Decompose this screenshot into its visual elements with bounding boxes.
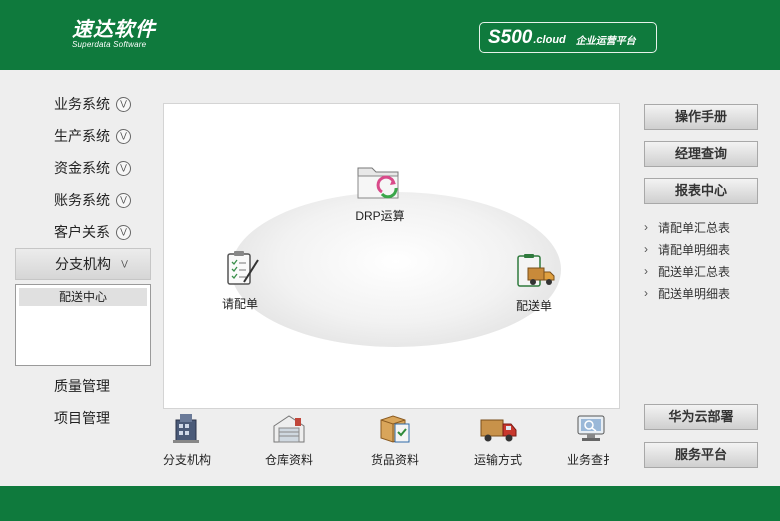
app-footer [0, 486, 780, 521]
nav-item-label: 分支机构 [55, 256, 111, 272]
logo-subtext: Superdata Software [72, 40, 147, 49]
nav-item-label: 资金系统 [54, 160, 110, 176]
node-delivery[interactable]: 配送单 [510, 254, 558, 314]
folder-refresh-icon [357, 167, 399, 199]
monitor-search-icon [577, 415, 605, 441]
chevron-down-icon: ⋁ [116, 192, 131, 208]
product-name: 企业运营平台 [575, 35, 636, 47]
tool-label: 仓库资料 [264, 453, 313, 467]
nav-item-business[interactable]: 业务系统 ⋁ [15, 88, 151, 120]
goods-box-icon [380, 415, 410, 443]
product-code: S500 [488, 26, 533, 48]
nav-item-production[interactable]: 生产系统 ⋁ [15, 120, 151, 152]
huawei-cloud-button[interactable]: 华为云部署 [644, 404, 758, 430]
node-request[interactable]: 请配单 [216, 250, 264, 312]
node-label: 请配单 [221, 297, 258, 311]
nav-item-quality[interactable]: 质量管理 [15, 370, 151, 402]
report-link[interactable]: › 请配单汇总表 [644, 216, 764, 238]
report-link-label: 配送单汇总表 [658, 264, 731, 279]
chevron-down-icon: ⋁ [116, 224, 131, 240]
nav-item-label: 生产系统 [54, 128, 110, 144]
tool-goods[interactable]: 货品资料 [355, 412, 435, 468]
product-cloud: .cloud [533, 34, 566, 46]
tool-label: 业务查扌 [566, 453, 615, 467]
nav-item-label: 业务系统 [54, 96, 110, 112]
nav-item-accounting[interactable]: 账务系统 ⋁ [15, 184, 151, 216]
logo-text: 速达软件 [72, 17, 156, 41]
clipboard-pen-icon [227, 251, 259, 285]
report-link[interactable]: › 配送单明细表 [644, 282, 764, 304]
product-badge: S500 .cloud 企业运营平台 [479, 22, 657, 53]
tool-label: 运输方式 [473, 453, 522, 467]
truck-icon [480, 419, 517, 442]
tool-label: 分支机构 [162, 453, 211, 467]
manager-query-button[interactable]: 经理查询 [644, 141, 758, 167]
chevron-right-icon: › [644, 286, 648, 300]
report-center-button[interactable]: 报表中心 [644, 178, 758, 204]
report-link[interactable]: › 配送单汇总表 [644, 260, 764, 282]
left-nav: 业务系统 ⋁ 生产系统 ⋁ 资金系统 ⋁ 账务系统 ⋁ 客户关系 ⋁ 分支机构 … [15, 88, 151, 434]
nav-item-label: 账务系统 [54, 192, 110, 208]
manual-button[interactable]: 操作手册 [644, 104, 758, 130]
chevron-down-icon: ⋁ [116, 128, 131, 144]
chevron-down-icon: ⋁ [116, 160, 131, 176]
chevron-down-icon: ⋁ [121, 259, 128, 268]
superdata-logo: 速达软件 Superdata Software [72, 18, 156, 49]
report-link-label: 配送单明细表 [658, 286, 731, 301]
nav-item-branch[interactable]: 分支机构 ⋁ [15, 248, 151, 280]
tool-transport[interactable]: 运输方式 [458, 412, 538, 468]
chevron-right-icon: › [644, 220, 648, 234]
tool-business-query[interactable]: 业务查扌 [560, 412, 622, 468]
chevron-right-icon: › [644, 264, 648, 278]
app-header: 速达软件 Superdata Software S500 .cloud 企业运营… [0, 0, 780, 70]
nav-item-project[interactable]: 项目管理 [15, 402, 151, 434]
nav-item-funds[interactable]: 资金系统 ⋁ [15, 152, 151, 184]
chevron-down-icon: ⋁ [116, 96, 131, 112]
branch-submenu: 配送中心 [15, 284, 151, 366]
flow-diagram-panel: DRP运算 请配单 配送单 [163, 103, 620, 409]
tool-label: 货品资料 [370, 453, 419, 467]
warehouse-icon [273, 415, 305, 443]
service-platform-button[interactable]: 服务平台 [644, 442, 758, 468]
nav-item-label: 客户关系 [54, 224, 110, 240]
bottom-toolbar: 分支机构 仓库资料 货品资料 运输方式 业务查扌 [150, 412, 620, 482]
chevron-right-icon: › [644, 242, 648, 256]
delivery-truck-icon [517, 254, 555, 287]
report-link-label: 请配单明细表 [658, 242, 731, 257]
tool-warehouse[interactable]: 仓库资料 [249, 412, 329, 468]
branch-building-icon [173, 414, 199, 443]
report-link-label: 请配单汇总表 [658, 220, 731, 235]
submenu-item-distribution-center[interactable]: 配送中心 [19, 288, 147, 306]
nav-item-crm[interactable]: 客户关系 ⋁ [15, 216, 151, 248]
report-link[interactable]: › 请配单明细表 [644, 238, 764, 260]
node-label: DRP运算 [355, 209, 405, 223]
node-label: 配送单 [515, 299, 552, 313]
report-list: › 请配单汇总表 › 请配单明细表 › 配送单汇总表 › 配送单明细表 [644, 216, 764, 304]
tool-branch[interactable]: 分支机构 [147, 412, 227, 468]
node-drp[interactable]: DRP运算 [352, 162, 408, 224]
